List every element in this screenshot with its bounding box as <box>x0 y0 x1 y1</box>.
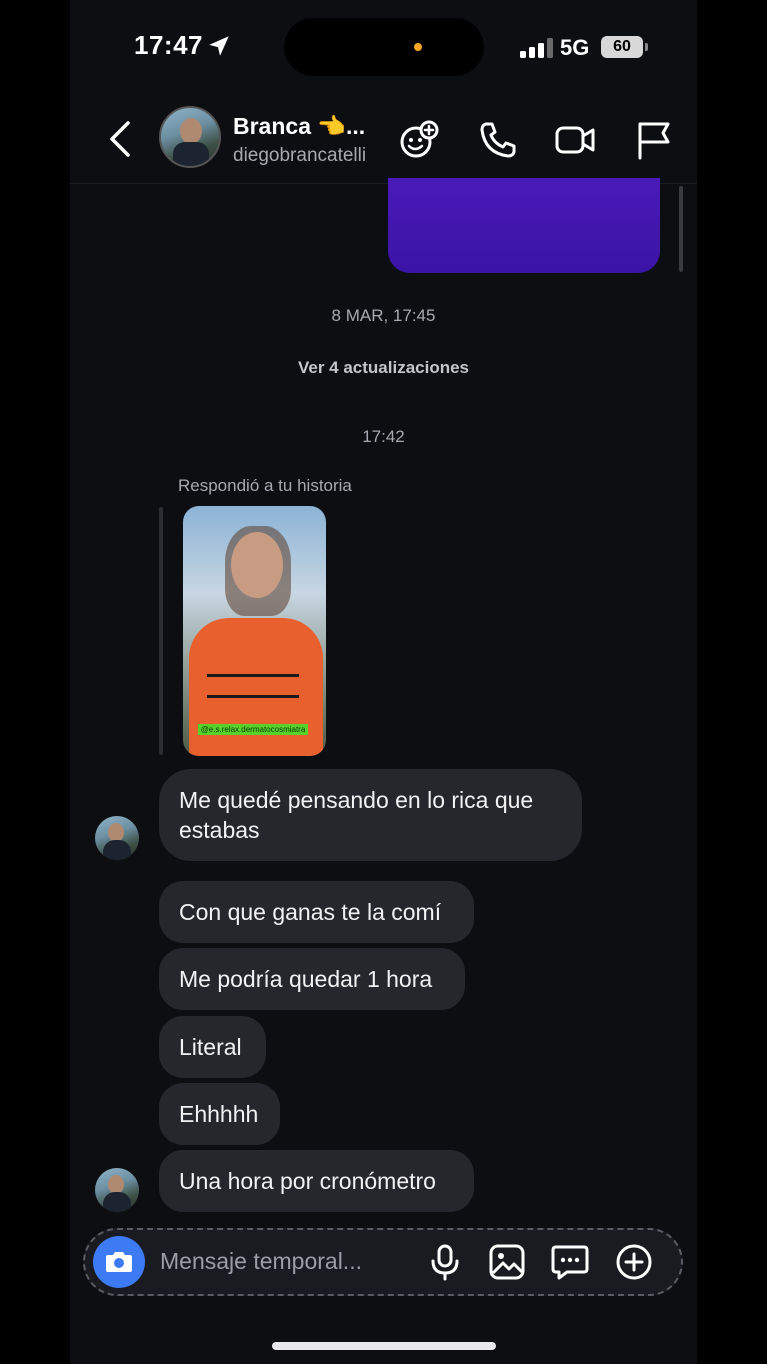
sender-avatar[interactable] <box>95 1168 139 1212</box>
story-thumbnail[interactable]: @e.s.relax.dermatocosmiatra <box>183 506 326 756</box>
microphone-icon[interactable] <box>425 1242 465 1282</box>
back-icon[interactable] <box>106 119 136 159</box>
gallery-icon[interactable] <box>487 1242 527 1282</box>
scrollbar[interactable] <box>679 186 683 272</box>
status-bar: 17:47 5G 60 <box>70 0 697 95</box>
contact-name[interactable]: Branca 👈... <box>233 113 365 140</box>
timestamp: 17:42 <box>362 427 405 446</box>
signal-icon <box>520 38 553 58</box>
message-composer: Mensaje temporal... <box>83 1228 683 1296</box>
chat-bubble-icon[interactable] <box>550 1242 590 1282</box>
camera-icon <box>106 1252 132 1272</box>
video-call-icon[interactable] <box>554 119 596 161</box>
received-message[interactable]: Con que ganas te la comí <box>159 881 474 943</box>
status-time: 17:47 <box>134 30 203 60</box>
received-message[interactable]: Literal <box>159 1016 266 1078</box>
home-indicator[interactable] <box>272 1342 496 1350</box>
phone-screen: 17:47 5G 60 Branca 👈... diegobrancatelli <box>70 0 697 1364</box>
contact-username[interactable]: diegobrancatelli <box>233 145 366 167</box>
add-sticker-icon[interactable] <box>398 119 440 161</box>
message-input[interactable]: Mensaje temporal... <box>160 1248 362 1275</box>
contact-avatar[interactable] <box>159 106 221 168</box>
received-message[interactable]: Me podría quedar 1 hora <box>159 948 465 1010</box>
network-type: 5G <box>560 35 590 60</box>
privacy-indicator-icon <box>414 43 422 51</box>
view-updates-link[interactable]: Ver 4 actualizaciones <box>70 358 697 378</box>
received-message[interactable]: Me quedé pensando en lo rica que estabas <box>159 769 582 861</box>
chat-header: Branca 👈... diegobrancatelli <box>70 95 697 184</box>
battery-icon: 60 <box>601 36 648 58</box>
reply-indicator-bar <box>159 507 163 755</box>
story-reply-label: Respondió a tu historia <box>178 476 352 495</box>
sent-message-bubble[interactable] <box>388 178 660 273</box>
camera-button[interactable] <box>93 1236 145 1288</box>
location-arrow-icon <box>209 36 229 56</box>
timestamp: 8 MAR, 17:45 <box>331 306 436 325</box>
phone-icon[interactable] <box>477 119 519 161</box>
received-message[interactable]: Una hora por cronómetro <box>159 1150 474 1212</box>
flag-icon[interactable] <box>632 119 674 161</box>
add-icon[interactable] <box>614 1242 654 1282</box>
received-message[interactable]: Ehhhhh <box>159 1083 280 1145</box>
story-mention-tag: @e.s.relax.dermatocosmiatra <box>198 724 308 735</box>
sender-avatar[interactable] <box>95 816 139 860</box>
dynamic-island <box>284 18 484 76</box>
